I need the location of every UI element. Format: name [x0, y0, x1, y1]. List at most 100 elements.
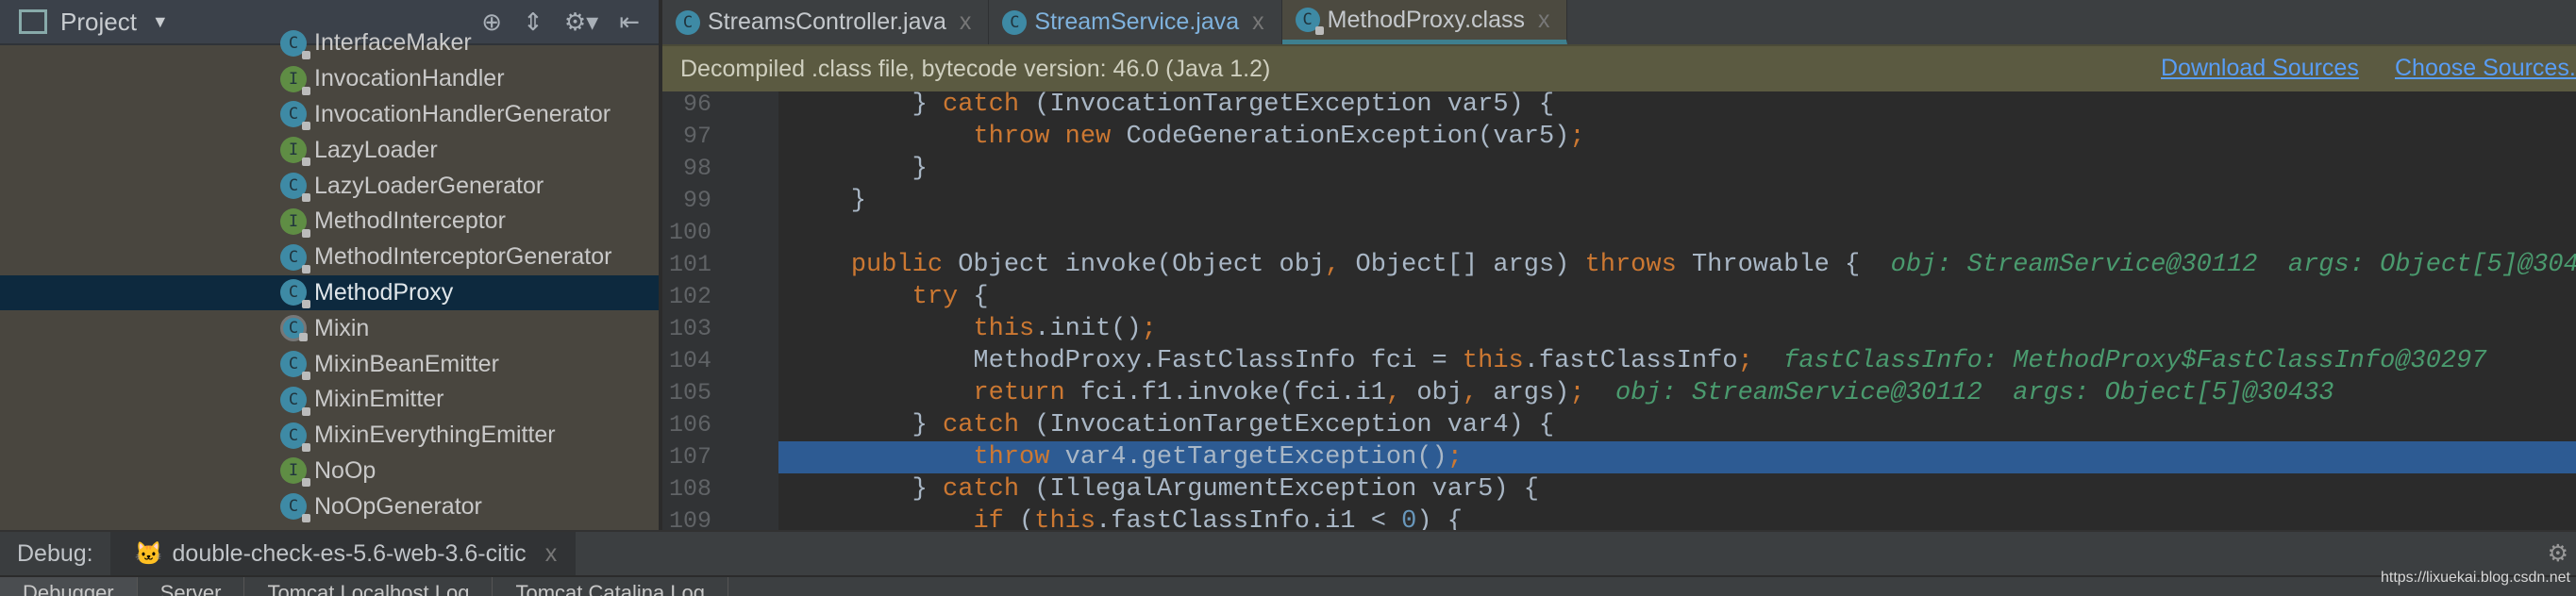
project-tree: C InterfaceMaker I InvocationHandler C Invoca…	[0, 25, 659, 524]
tab-streamscontroller-java[interactable]: C StreamsController.java x	[662, 0, 990, 44]
bottom-tab[interactable]: Server	[138, 577, 245, 596]
code-token: Throwable {	[1676, 251, 1861, 279]
code-editor[interactable]: 96 } catch (InvocationTargetException va…	[662, 89, 2576, 530]
tab-methodproxy-class[interactable]: C MethodProxy.class x	[1281, 0, 1568, 44]
code-token: this	[1462, 347, 1524, 375]
line-number: 101	[668, 251, 711, 278]
code-text: MethodProxy.FastClassInfo fci = this.fas…	[790, 345, 2487, 377]
inline-debug-value: fastClassInfo: MethodProxy$FastClassInfo…	[1752, 347, 2487, 375]
code-line: 102 try {	[662, 281, 2576, 313]
tree-item[interactable]: C MixinBeanEmitter	[0, 346, 659, 382]
code-token: MethodProxy.FastClassInfo fci =	[790, 347, 1463, 375]
code-token: CodeGenerationException(var5)	[1111, 123, 1570, 151]
code-token: if	[973, 507, 1004, 530]
code-token: 0	[1401, 507, 1417, 530]
tree-item[interactable]: I LazyLoader	[0, 132, 659, 168]
tab-streamservice-java[interactable]: C StreamService.java x	[989, 0, 1282, 44]
tree-item[interactable]: C Mixin	[0, 310, 659, 346]
class-icon: C	[280, 351, 310, 381]
tree-item[interactable]: I NoOp	[0, 454, 659, 489]
code-line: 106 } catch (InvocationTargetException v…	[662, 409, 2576, 441]
gear-icon[interactable]: ⚙	[2548, 539, 2568, 568]
line-number: 105	[668, 379, 711, 406]
tree-item[interactable]: C InvocationHandlerGenerator	[0, 97, 659, 133]
tree-item[interactable]: C MethodInterceptorGenerator	[0, 240, 659, 275]
debug-session-tab[interactable]: 🐱 double-check-es-5.6-web-3.6-citic x	[109, 532, 577, 575]
code-token: ,	[1462, 379, 1479, 407]
code-token: throw	[973, 443, 1050, 472]
class-icon: C	[280, 493, 310, 523]
code-token: ,	[1325, 251, 1341, 279]
banner-text: Decompiled .class file, bytecode version…	[680, 55, 1271, 82]
close-icon[interactable]: x	[1252, 8, 1264, 36]
choose-sources-link[interactable]: Choose Sources...	[2395, 55, 2576, 82]
interface-icon: I	[280, 137, 310, 167]
inline-debug-value: obj: StreamService@30112 args: Object[5]…	[1584, 379, 2334, 407]
tree-item-label: MixinEverythingEmitter	[314, 422, 556, 449]
class-icon: C	[1295, 8, 1324, 35]
tree-item[interactable]: C InterfaceMaker	[0, 25, 659, 61]
code-text: } catch (InvocationTargetException var5)…	[790, 89, 1555, 121]
decompiled-banner: Decompiled .class file, bytecode version…	[662, 44, 2576, 91]
code-text: } catch (IllegalArgumentException var5) …	[790, 473, 1539, 505]
class-icon: C	[280, 101, 310, 131]
line-number: 99	[682, 187, 711, 214]
code-token: (IllegalArgumentException var5) {	[1019, 475, 1539, 504]
code-token: ;	[1141, 315, 1157, 343]
debug-label: Debug:	[0, 532, 110, 575]
bottom-tab[interactable]: Tomcat Localhost Log	[244, 577, 493, 596]
tree-item[interactable]: C MixinEmitter	[0, 382, 659, 418]
code-token: }	[790, 155, 928, 183]
tree-item[interactable]: I MethodInterceptor	[0, 204, 659, 240]
tree-item[interactable]: C MethodProxy	[0, 274, 659, 311]
close-icon[interactable]: x	[1538, 7, 1550, 34]
code-token: try	[912, 283, 959, 311]
tree-item-label: NoOpGenerator	[314, 492, 482, 520]
class-icon: C	[280, 422, 310, 452]
bottom-tab[interactable]: Tomcat Catalina Log	[493, 577, 729, 596]
line-number: 103	[668, 315, 711, 342]
code-token: (InvocationTargetException var4) {	[1019, 411, 1555, 439]
tree-item-label: MethodInterceptorGenerator	[314, 243, 612, 271]
tree-item-label: InvocationHandler	[314, 65, 505, 92]
code-line: 108 } catch (IllegalArgumentException va…	[662, 473, 2576, 505]
bottom-tab[interactable]: Debugger	[0, 577, 138, 596]
line-number: 109	[668, 507, 711, 530]
tree-item[interactable]: C LazyLoaderGenerator	[0, 168, 659, 204]
class-icon: C	[280, 386, 310, 416]
code-token: catch	[943, 411, 1020, 439]
class-icon: C	[1002, 9, 1028, 35]
tree-item[interactable]: C MixinEverythingEmitter	[0, 418, 659, 454]
download-sources-link[interactable]: Download Sources	[2161, 55, 2359, 82]
interface-icon: I	[280, 457, 310, 488]
project-panel: Project ▼ ⊕ ⇕ ⚙▾ ⇤ C InterfaceMaker I Invoc…	[0, 0, 661, 530]
tab-label: StreamService.java	[1034, 8, 1240, 35]
code-token: }	[790, 475, 944, 504]
code-token: }	[790, 411, 944, 439]
code-token: ) {	[1416, 507, 1463, 530]
code-token: this	[973, 315, 1035, 343]
tree-item[interactable]: C NoOpGenerator	[0, 488, 659, 524]
code-text: try {	[790, 281, 989, 313]
tab-label: StreamsController.java	[708, 8, 946, 35]
code-line: 105 return fci.f1.invoke(fci.i1, obj, ar…	[662, 377, 2576, 409]
tree-item-label: MethodProxy	[314, 278, 454, 306]
code-text: return fci.f1.invoke(fci.i1, obj, args);…	[790, 377, 2334, 409]
code-text: }	[790, 153, 928, 185]
close-icon[interactable]: x	[545, 540, 558, 568]
close-icon[interactable]: x	[960, 8, 972, 36]
code-token: ;	[1737, 347, 1753, 375]
class-icon: C	[280, 29, 310, 59]
tree-item[interactable]: I InvocationHandler	[0, 61, 659, 97]
code-line: 109 if (this.fastClassInfo.i1 < 0) {	[662, 505, 2576, 530]
code-line: 101 public Object invoke(Object obj, Obj…	[662, 249, 2576, 281]
code-token: return	[973, 379, 1065, 407]
code-line: 96 } catch (InvocationTargetException va…	[662, 89, 2576, 121]
code-token: fci.f1.invoke(fci.i1	[1064, 379, 1386, 407]
tree-item-label: MixinBeanEmitter	[314, 350, 499, 377]
